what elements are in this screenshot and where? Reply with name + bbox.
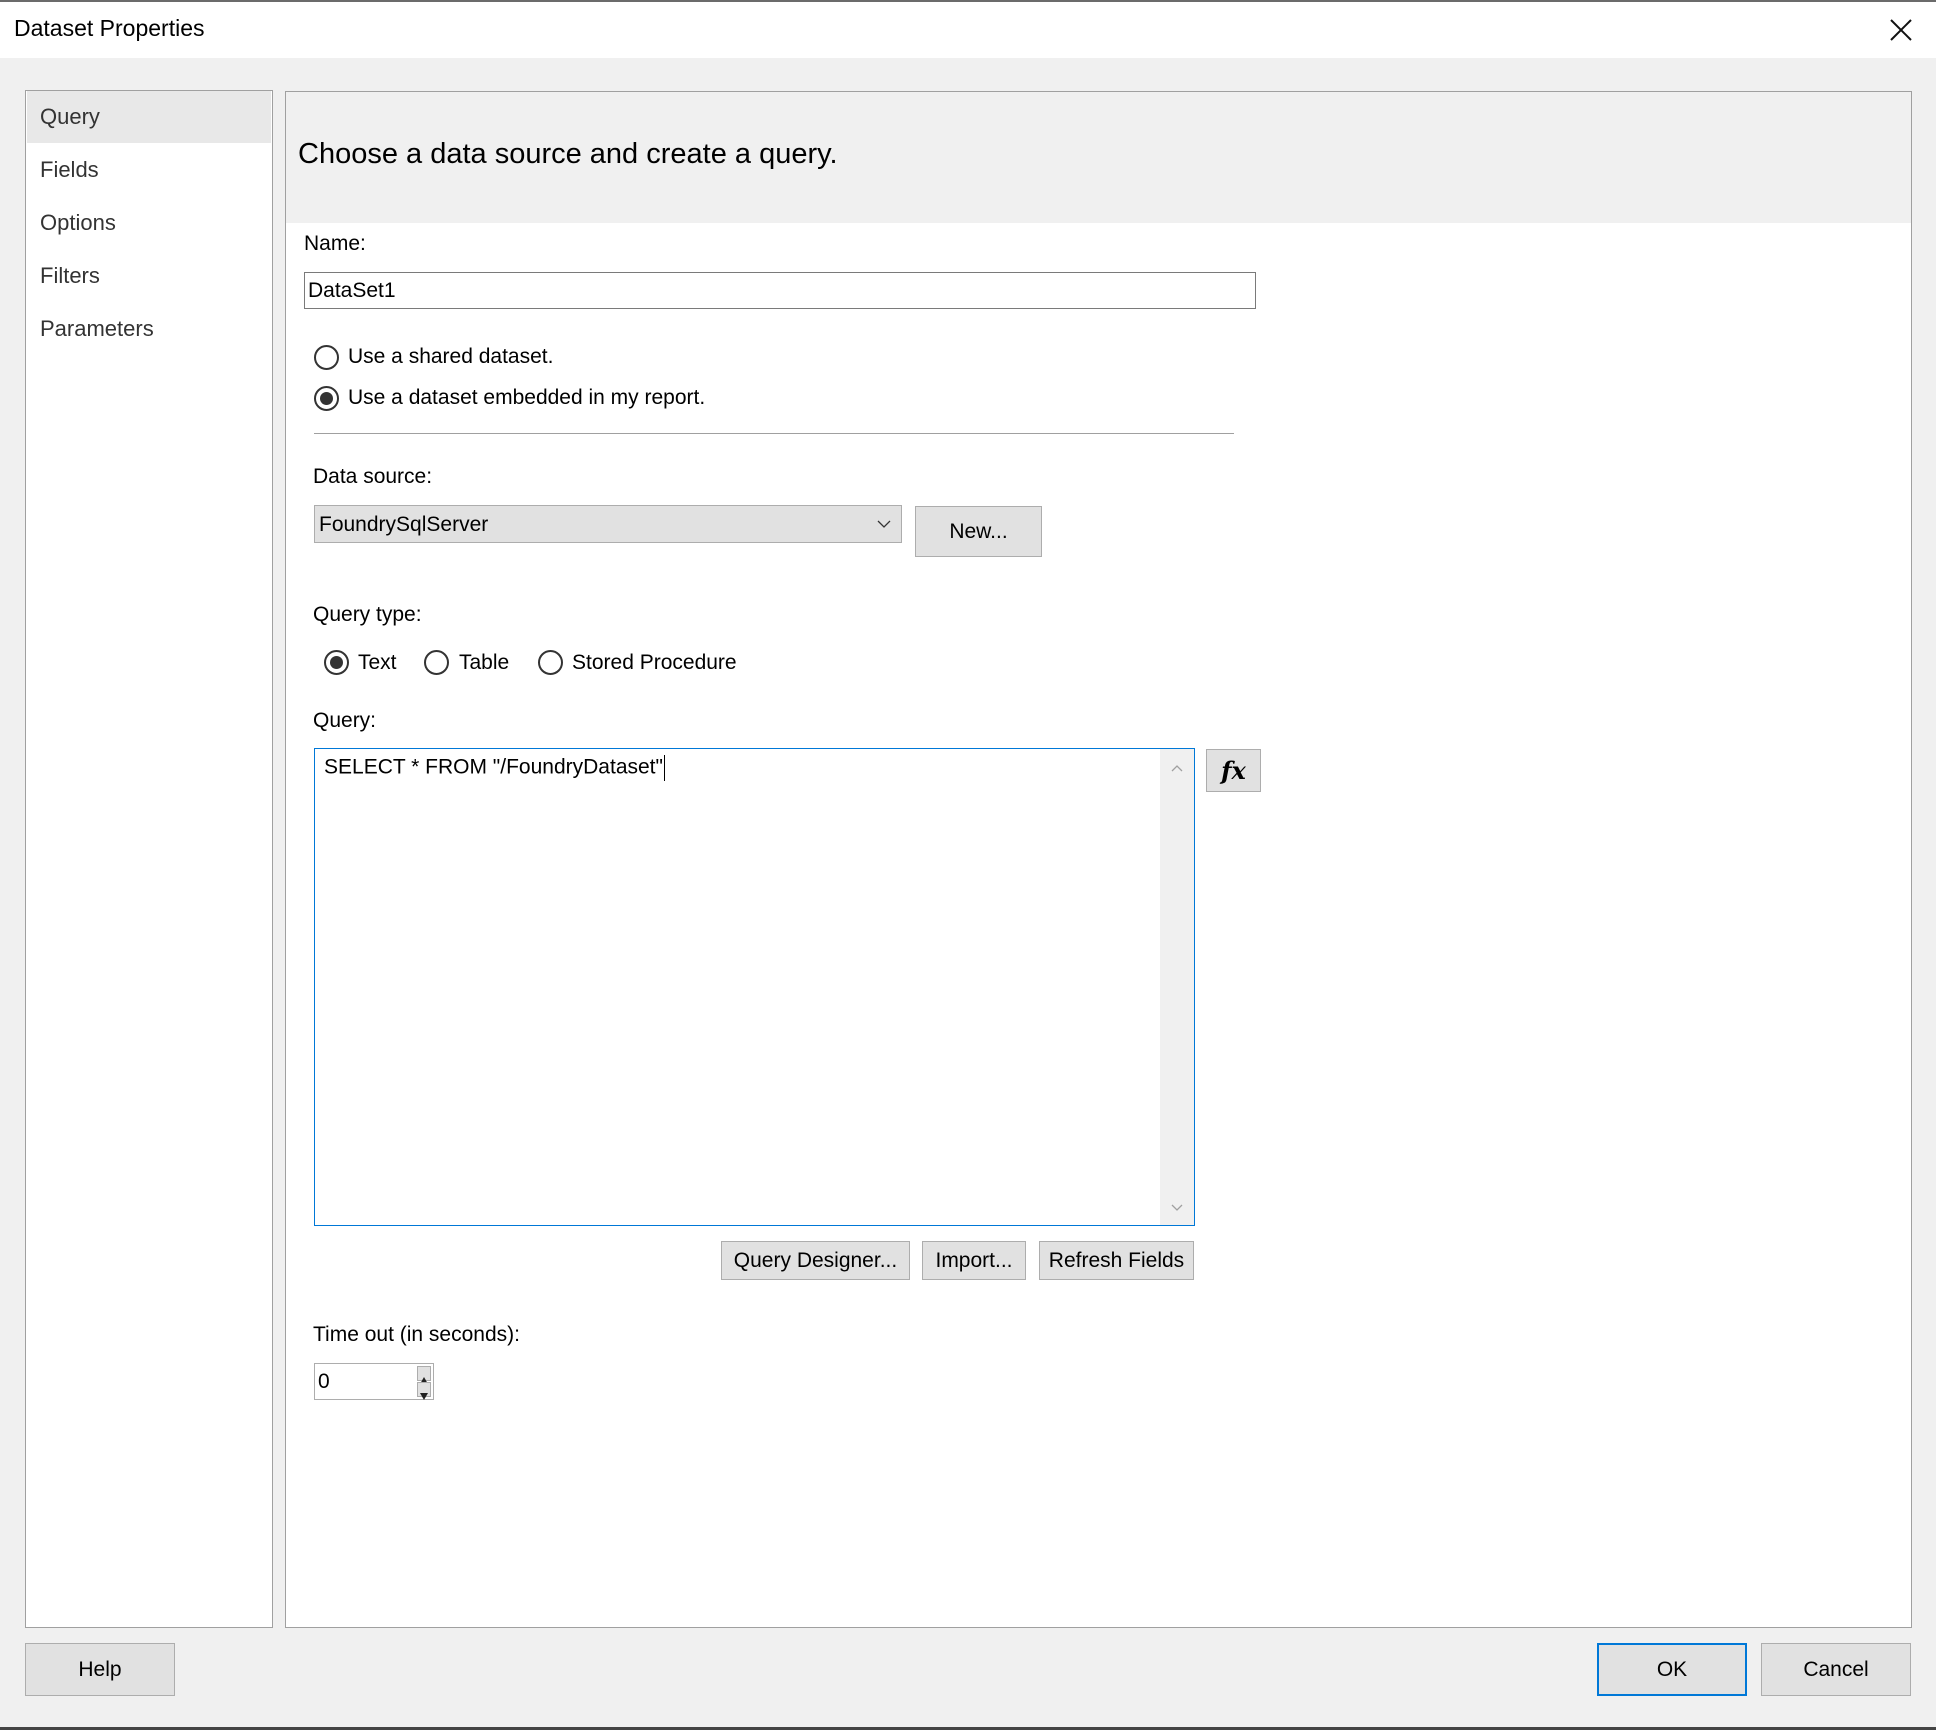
shared-dataset-radio[interactable] xyxy=(314,345,339,370)
spinner-buttons xyxy=(417,1366,431,1400)
sidebar-item-fields[interactable]: Fields xyxy=(27,144,271,196)
sidebar-item-parameters[interactable]: Parameters xyxy=(27,303,271,355)
expression-button[interactable]: fx xyxy=(1206,749,1261,792)
query-label: Query: xyxy=(313,709,377,732)
data-source-select[interactable]: FoundrySqlServer xyxy=(314,505,902,543)
sidebar-item-query[interactable]: Query xyxy=(27,91,271,143)
scroll-down-icon[interactable] xyxy=(1171,1201,1183,1213)
timeout-value: 0 xyxy=(318,1370,330,1393)
spin-up-button[interactable] xyxy=(417,1366,431,1384)
help-button[interactable]: Help xyxy=(25,1643,175,1696)
triangle-down-icon xyxy=(420,1393,428,1400)
cancel-button[interactable]: Cancel xyxy=(1761,1643,1911,1696)
data-source-label: Data source: xyxy=(313,465,433,488)
query-type-table-radio[interactable] xyxy=(424,650,449,675)
data-source-value: FoundrySqlServer xyxy=(319,513,489,536)
query-type-text-radio[interactable] xyxy=(324,650,349,675)
title-bar xyxy=(0,0,1936,58)
query-scrollbar[interactable] xyxy=(1160,749,1194,1225)
close-icon xyxy=(1890,19,1912,41)
new-data-source-button[interactable]: New... xyxy=(915,506,1042,557)
chevron-down-icon xyxy=(877,520,891,528)
divider xyxy=(314,433,1234,434)
sidebar-item-filters[interactable]: Filters xyxy=(27,250,271,302)
shared-dataset-label: Use a shared dataset. xyxy=(348,345,554,368)
query-text: SELECT * FROM "/FoundryDataset" xyxy=(324,755,665,781)
spin-down-button[interactable] xyxy=(417,1382,431,1400)
window-title: Dataset Properties xyxy=(14,15,205,41)
timeout-spinner[interactable]: 0 xyxy=(314,1363,434,1400)
embedded-dataset-radio[interactable] xyxy=(314,386,339,411)
query-type-table-label: Table xyxy=(459,651,510,674)
page-heading: Choose a data source and create a query. xyxy=(298,138,838,170)
sidebar-nav: Query Fields Options Filters Parameters xyxy=(25,90,273,1628)
query-value: SELECT * FROM "/FoundryDataset" xyxy=(324,755,663,779)
name-input[interactable]: DataSet1 xyxy=(304,272,1256,309)
refresh-fields-button[interactable]: Refresh Fields xyxy=(1039,1241,1194,1280)
timeout-label: Time out (in seconds): xyxy=(313,1323,520,1346)
query-type-stored-procedure-label: Stored Procedure xyxy=(572,651,737,674)
embedded-dataset-label: Use a dataset embedded in my report. xyxy=(348,386,706,409)
query-type-label: Query type: xyxy=(313,603,422,626)
import-button[interactable]: Import... xyxy=(922,1241,1026,1280)
function-icon: fx xyxy=(1221,756,1246,785)
sidebar-item-options[interactable]: Options xyxy=(27,197,271,249)
close-button[interactable] xyxy=(1886,15,1916,45)
query-textarea[interactable]: SELECT * FROM "/FoundryDataset" xyxy=(314,748,1195,1226)
text-caret xyxy=(663,755,665,781)
query-type-text-label: Text xyxy=(358,651,397,674)
scroll-up-icon[interactable] xyxy=(1171,763,1183,775)
name-label: Name: xyxy=(304,232,366,255)
query-designer-button[interactable]: Query Designer... xyxy=(721,1241,910,1280)
ok-button[interactable]: OK xyxy=(1597,1643,1747,1696)
query-type-stored-procedure-radio[interactable] xyxy=(538,650,563,675)
